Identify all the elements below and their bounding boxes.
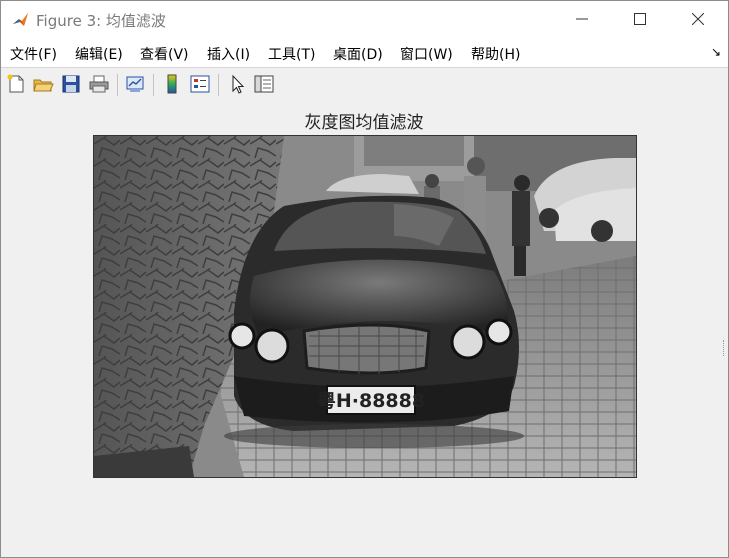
open-file-icon[interactable] [32,73,54,95]
license-plate-text: 粤H·88888 [317,389,425,412]
menu-tools[interactable]: 工具(T) [268,44,315,64]
resize-grip[interactable] [723,340,728,356]
menu-window[interactable]: 窗口(W) [400,44,453,64]
menu-insert[interactable]: 插入(I) [207,44,250,64]
save-icon[interactable] [60,73,82,95]
link-plot-icon[interactable] [124,73,146,95]
insert-legend-icon[interactable] [189,73,211,95]
axes-title: 灰度图均值滤波 [304,113,424,133]
window-title: Figure 3: 均值滤波 [36,12,166,30]
minimize-button[interactable] [553,1,611,38]
minimize-icon [576,18,588,20]
menu-view[interactable]: 查看(V) [140,44,189,64]
toolbar-divider [153,74,154,96]
edit-plot-pointer-icon[interactable] [226,73,248,95]
title-bar[interactable]: Figure 3: 均值滤波 [1,1,728,38]
maximize-button[interactable] [611,1,669,38]
dock-arrow-icon[interactable]: ↘ [711,45,721,59]
maximize-icon [634,13,646,25]
menu-edit[interactable]: 编辑(E) [75,44,123,64]
matlab-logo-icon [11,10,30,29]
menu-help[interactable]: 帮助(H) [471,44,520,64]
toolbar-divider [218,74,219,96]
new-figure-icon[interactable] [5,73,27,95]
menu-file[interactable]: 文件(F) [10,44,57,64]
menu-desktop[interactable]: 桌面(D) [333,44,383,64]
insert-colorbar-icon[interactable] [161,73,183,95]
close-button[interactable] [669,1,727,38]
print-icon[interactable] [88,73,110,95]
figure-toolbar [1,68,728,101]
figure-window: Figure 3: 均值滤波 文件(F) 编辑(E) 查看(V) 插入(I) 工… [0,0,729,558]
close-icon [692,13,704,25]
menu-bar: 文件(F) 编辑(E) 查看(V) 插入(I) 工具(T) 桌面(D) 窗口(W… [1,38,728,67]
property-inspector-icon[interactable] [253,73,275,95]
filtered-grayscale-car-image: 粤H·88888 [93,135,637,478]
toolbar-divider [117,74,118,96]
figure-canvas[interactable]: 灰度图均值滤波 粤H·88888 [1,102,728,557]
